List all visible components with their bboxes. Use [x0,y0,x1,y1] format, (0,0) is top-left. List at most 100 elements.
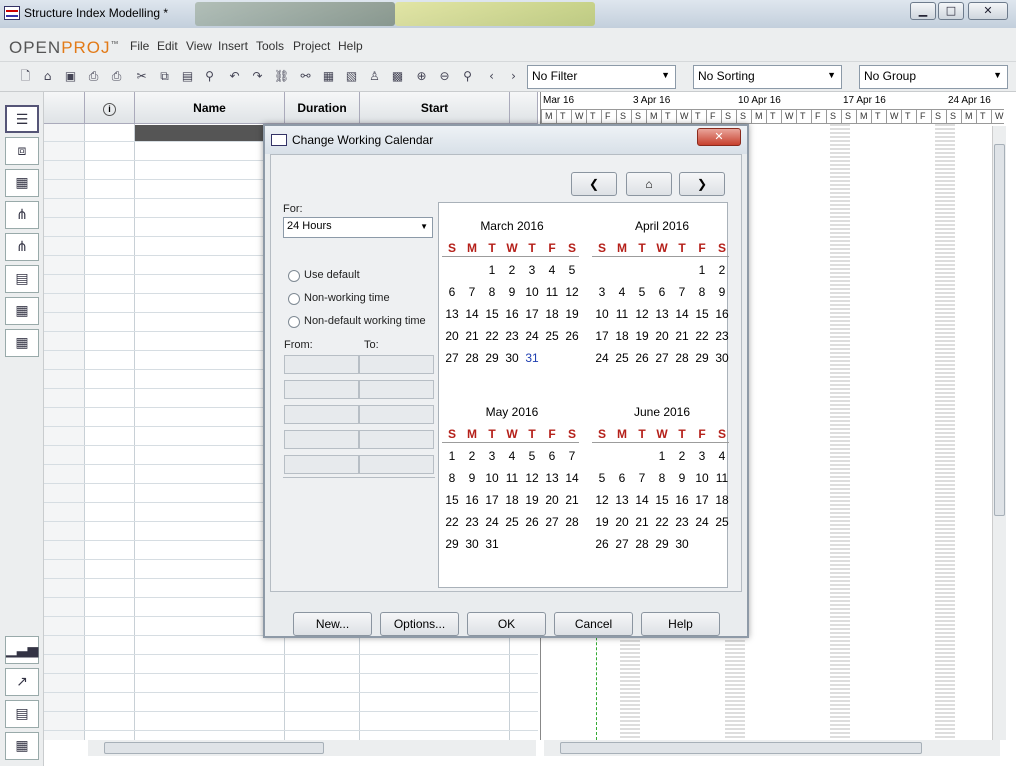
calendar-day[interactable]: 30 [462,537,482,551]
to-field[interactable] [359,405,434,424]
non-working-time-radio[interactable] [288,293,300,305]
calendar-day[interactable]: 23 [502,329,522,343]
to-field[interactable] [359,455,434,474]
calendar-day[interactable]: 19 [522,493,542,507]
calendar-day[interactable]: 13 [542,471,562,485]
calendar-day[interactable]: 11 [502,471,522,485]
calendar-day[interactable]: 5 [522,449,542,463]
link-icon[interactable]: ⛓ [274,69,289,84]
calendar-panel[interactable]: March 2016 S M T W T F S 1 2 3 4 5 6 7 8 9 10 11 12 13 14 15 16… [438,202,729,588]
calendar-day[interactable]: 18 [712,493,732,507]
indicators-header[interactable]: i [85,92,135,124]
calendar-day[interactable]: 17 [592,329,612,343]
calendar-day[interactable]: 4 [502,449,522,463]
gantt-view-button[interactable]: ☰ [5,105,39,133]
gantt-horizontal-scrollbar[interactable] [544,740,1000,756]
calendar-day[interactable]: 28 [462,351,482,365]
from-field[interactable] [284,380,359,399]
start-column-header[interactable]: Start [360,92,510,124]
calendar-day[interactable]: 20 [442,329,462,343]
calendar-day[interactable]: 14 [462,307,482,321]
calendar-day[interactable]: 3 [482,449,502,463]
calendar-day[interactable]: 26 [522,515,542,529]
new-button[interactable]: New... [293,612,372,636]
calendar-day[interactable]: 15 [442,493,462,507]
calendar-day[interactable]: 27 [542,515,562,529]
calendar-day[interactable]: 12 [632,307,652,321]
calendar-day[interactable]: 20 [612,515,632,529]
notes-icon[interactable]: ▧ [344,69,359,84]
filter-select[interactable]: No Filter ▼ [527,65,676,89]
print-icon[interactable]: ⎙ [86,69,101,84]
calendar-day[interactable]: 16 [672,493,692,507]
calendar-day[interactable]: 27 [442,351,462,365]
calendar-day[interactable]: 19 [632,329,652,343]
menu-project[interactable]: Project [293,39,330,53]
calendar-day[interactable]: 22 [442,515,462,529]
calendar-day[interactable]: 20 [652,329,672,343]
gantt-scroll-thumb[interactable] [560,742,922,754]
menu-help[interactable]: Help [338,39,363,53]
calendar-day[interactable]: 8 [442,471,462,485]
copy-icon[interactable]: ⧉ [157,69,172,84]
calendar-day[interactable]: 13 [612,493,632,507]
calendar-day[interactable]: 23 [672,515,692,529]
to-field[interactable] [359,430,434,449]
calendar-day[interactable]: 22 [482,329,502,343]
change-working-calendar-dialog[interactable]: Change Working Calendar ✕ ❮ ⌂ ❯ For: 24 … [263,124,749,638]
calendar-day[interactable]: 20 [542,493,562,507]
zoom-out-icon[interactable]: ⊖ [437,69,452,84]
duration-column-header[interactable]: Duration [285,92,360,124]
chevron-left-icon[interactable]: ‹ [484,69,499,84]
unlink-icon[interactable]: ⚯ [298,69,313,84]
calendar-day[interactable]: 14 [632,493,652,507]
calendar-day[interactable]: 18 [502,493,522,507]
dialog-close-button[interactable]: ✕ [697,128,741,146]
sorting-select[interactable]: No Sorting ▼ [693,65,842,89]
use-default-radio[interactable] [288,270,300,282]
calendar-day[interactable]: 1 [482,263,502,277]
rbs-view-button[interactable]: ⋔ [5,233,39,261]
calendar-day[interactable]: 30 [712,351,732,365]
calendar-day[interactable]: 11 [712,471,732,485]
calendar-day[interactable]: 4 [712,449,732,463]
calendar-day[interactable]: 13 [652,307,672,321]
open-icon[interactable]: ⌂ [40,69,55,84]
calendar-day[interactable]: 31 [482,537,502,551]
calendar-day[interactable]: 6 [442,285,462,299]
task-info-icon[interactable]: ▦ [321,69,336,84]
to-field[interactable] [359,355,434,374]
minimize-button[interactable]: ▁ [910,2,936,20]
menu-tools[interactable]: Tools [256,39,284,53]
calendar-day[interactable]: 7 [562,449,582,463]
name-column-header[interactable]: Name [135,92,285,124]
from-field[interactable] [284,455,359,474]
calendar-day[interactable]: 9 [462,471,482,485]
calendar-day[interactable]: 24 [592,351,612,365]
calendar-day[interactable]: 9 [502,285,522,299]
calendar-day[interactable]: 7 [632,471,652,485]
calendar-day[interactable]: 31 [522,351,542,365]
calendar-day[interactable]: 4 [542,263,562,277]
group-select[interactable]: No Group ▼ [859,65,1008,89]
calendar-day[interactable]: 1 [652,449,672,463]
close-window-button[interactable]: ✕ [968,2,1008,20]
non-default-working-time-radio[interactable] [288,316,300,328]
maximize-button[interactable]: □ [938,2,964,20]
calendar-day[interactable]: 12 [592,493,612,507]
calendar-day[interactable]: 9 [672,471,692,485]
calendar-day[interactable]: 6 [612,471,632,485]
calendar-day[interactable]: 12 [522,471,542,485]
calendar-day[interactable]: 24 [522,329,542,343]
network-view-button[interactable]: ⧈ [5,137,39,165]
paste-icon[interactable]: ▤ [180,69,195,84]
find-icon[interactable]: ⚲ [202,69,217,84]
charts-view-button[interactable]: ↗ [5,668,39,696]
calendar-day[interactable]: 27 [652,351,672,365]
calendar-day[interactable]: 17 [692,493,712,507]
ok-button[interactable]: OK [467,612,546,636]
chevron-right-icon[interactable]: › [506,69,521,84]
cancel-button[interactable]: Cancel [554,612,633,636]
calendar-day[interactable]: 3 [592,285,612,299]
menu-insert[interactable]: Insert [218,39,248,53]
